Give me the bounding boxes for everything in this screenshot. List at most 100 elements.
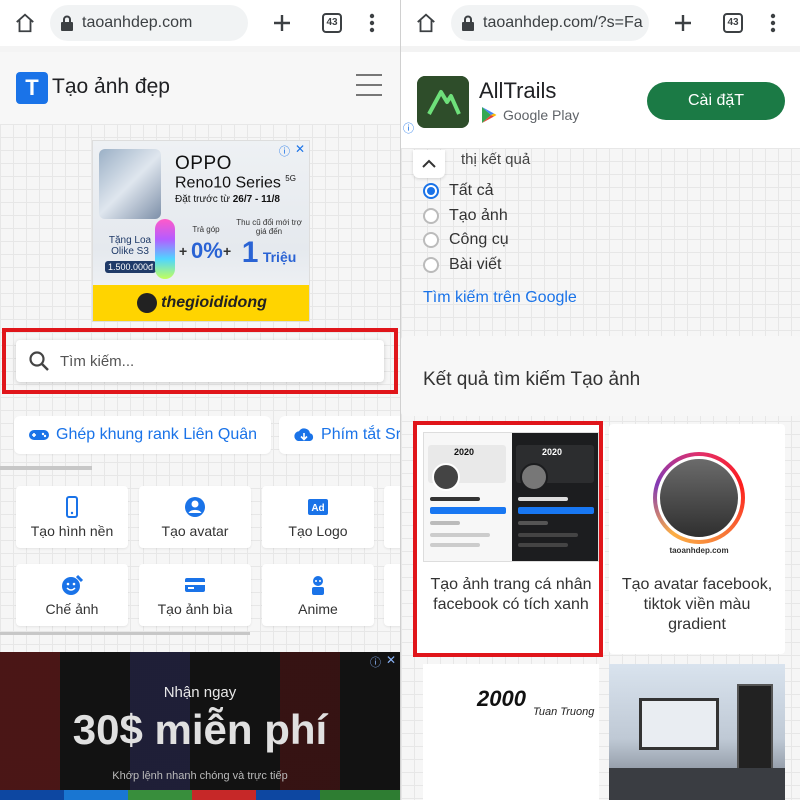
site-logo[interactable]: T bbox=[16, 72, 48, 104]
right-screen: taoanhdep.com/?s=Fa 43 AllTrails Google … bbox=[400, 0, 800, 800]
chip-ghep-khung[interactable]: Ghép khung rank Liên Quân bbox=[14, 416, 272, 454]
thumb-text: 2000 bbox=[477, 686, 526, 711]
filter-option-bai-viet[interactable]: Bài viết bbox=[423, 256, 501, 274]
ad-line1: Nhận ngay bbox=[163, 684, 237, 701]
site-header: T Tạo ảnh đẹp bbox=[0, 52, 400, 124]
collapse-ad-button[interactable] bbox=[413, 150, 445, 178]
filter-option-cong-cu[interactable]: Công cụ bbox=[423, 231, 509, 249]
app-install-ad[interactable]: AllTrails Google Play Cài đặT bbox=[401, 52, 800, 148]
more-menu-icon[interactable] bbox=[765, 12, 781, 34]
search-input[interactable] bbox=[60, 352, 360, 370]
browser-toolbar: taoanhdep.com 43 bbox=[0, 0, 400, 46]
radio-unselected[interactable] bbox=[423, 208, 439, 224]
browser-toolbar: taoanhdep.com/?s=Fa 43 bbox=[401, 0, 800, 46]
tool-partial[interactable] bbox=[384, 564, 400, 626]
chip-phim-tat[interactable]: Phím tắt Sr bbox=[279, 416, 400, 454]
gift-label: Tặng Loa Olike S3 bbox=[108, 235, 152, 257]
ad-headline: 30$ miễn phí bbox=[72, 706, 328, 753]
store-badge: Google Play bbox=[481, 106, 579, 124]
filter-option-tao-anh[interactable]: Tạo ảnh bbox=[423, 207, 508, 225]
lock-icon bbox=[462, 15, 474, 31]
alltrails-logo-icon bbox=[417, 76, 469, 128]
pc-tower-image bbox=[737, 684, 773, 772]
chip-scroll-indicator bbox=[0, 466, 92, 470]
phone-icon bbox=[66, 496, 78, 518]
tool-label: Tạo Logo bbox=[288, 523, 348, 539]
site-title[interactable]: Tạo ảnh đẹp bbox=[52, 75, 170, 99]
ad-close-icon[interactable]: ✕ bbox=[386, 653, 396, 667]
card-icon bbox=[185, 578, 205, 592]
tool-label: Tạo ảnh bìa bbox=[157, 601, 233, 617]
radio-unselected[interactable] bbox=[423, 232, 439, 248]
tab-switcher-button[interactable]: 43 bbox=[723, 13, 743, 33]
home-icon[interactable] bbox=[14, 12, 36, 34]
user-circle-icon bbox=[185, 497, 205, 517]
more-menu-icon[interactable] bbox=[364, 12, 380, 34]
new-tab-icon[interactable] bbox=[270, 11, 294, 35]
filter-option-label: Tạo ảnh bbox=[449, 207, 508, 224]
bottom-ad-banner[interactable]: ⓘ ✕ Nhận ngay 30$ miễn phí Khớp lệnh nha… bbox=[0, 652, 400, 800]
radio-selected[interactable] bbox=[423, 183, 439, 199]
result-card-title[interactable]: Tạo avatar facebook, tiktok viền màu gra… bbox=[617, 575, 777, 635]
chip-label: Phím tắt Sr bbox=[321, 426, 400, 443]
chip-label: Ghép khung rank Liên Quân bbox=[56, 426, 258, 443]
tool-che-anh[interactable]: Chế ảnh bbox=[16, 564, 128, 626]
svg-text:Ad: Ad bbox=[311, 503, 324, 514]
ad-info-icon[interactable]: ⓘ bbox=[370, 654, 381, 670]
gamepad-icon bbox=[29, 430, 49, 440]
gift-price: 1.500.000đ bbox=[105, 261, 157, 273]
gradient-avatar-thumbnail bbox=[653, 452, 745, 544]
tool-label: Chế ảnh bbox=[45, 601, 99, 617]
monitor-image bbox=[639, 698, 719, 750]
ad-preorder: Đặt trước từ 26/7 - 11/8 bbox=[175, 194, 280, 205]
new-tab-icon[interactable] bbox=[671, 11, 695, 35]
result-card-2000[interactable]: 2000 Tuan Truong bbox=[423, 664, 599, 800]
trade-in-offer: Thu cũ đổi mới trợ giá đến 1 Triệu bbox=[236, 218, 302, 269]
url-text: taoanhdep.com bbox=[82, 14, 193, 31]
google-search-link[interactable]: Tìm kiếm trên Google bbox=[423, 289, 577, 307]
tab-switcher-button[interactable]: 43 bbox=[322, 13, 342, 33]
tool-tao-hinh-nen[interactable]: Tạo hình nền bbox=[16, 486, 128, 548]
ad-model: Reno10 Series 5G bbox=[175, 174, 296, 192]
highlight-frame bbox=[413, 421, 603, 657]
search-field[interactable] bbox=[16, 340, 384, 382]
speaker-image bbox=[155, 219, 175, 279]
download-icon bbox=[294, 428, 314, 441]
store-logo-bar: thegioididong bbox=[93, 285, 309, 321]
quick-links-row: Ghép khung rank Liên Quân Phím tắt Sr bbox=[14, 416, 400, 456]
tool-label: Tạo hình nền bbox=[30, 523, 114, 539]
oppo-ad-banner[interactable]: OPPO Reno10 Series 5G Đặt trước từ 26/7 … bbox=[92, 140, 310, 322]
hamburger-menu-icon[interactable] bbox=[356, 74, 382, 98]
left-screen: taoanhdep.com 43 T Tạo ảnh đẹp OPPO Reno… bbox=[0, 0, 400, 800]
robot-icon bbox=[312, 576, 324, 595]
thumb-script: Tuan Truong bbox=[533, 706, 595, 718]
ad-close-icon[interactable]: ✕ bbox=[295, 142, 305, 156]
address-bar[interactable]: taoanhdep.com/?s=Fa bbox=[451, 5, 649, 41]
app-name: AllTrails bbox=[479, 78, 557, 103]
home-icon[interactable] bbox=[415, 12, 437, 34]
filter-title: thị kết quả bbox=[461, 151, 531, 168]
result-card-desk[interactable] bbox=[609, 664, 785, 800]
thumb-caption: taoanhdep.com bbox=[669, 546, 729, 555]
address-bar[interactable]: taoanhdep.com bbox=[50, 5, 248, 41]
tool-anime[interactable]: Anime bbox=[262, 564, 374, 626]
results-heading: Kết quả tìm kiếm Tạo ảnh bbox=[423, 369, 641, 390]
install-button[interactable]: Cài đặT bbox=[647, 82, 785, 120]
url-text: taoanhdep.com/?s=Fa bbox=[483, 14, 643, 31]
tool-tao-anh-bia[interactable]: Tạo ảnh bìa bbox=[139, 564, 251, 626]
tool-label: Anime bbox=[298, 601, 338, 617]
filter-option-all[interactable]: Tất cả bbox=[423, 182, 493, 200]
radio-unselected[interactable] bbox=[423, 257, 439, 273]
tool-label: Tạo avatar bbox=[161, 523, 229, 539]
tool-tao-logo[interactable]: Ad Tạo Logo bbox=[262, 486, 374, 548]
ad-promo-row: Tặng Loa Olike S3 1.500.000đ + Trả góp 0… bbox=[99, 218, 305, 285]
tool-tao-avatar[interactable]: Tạo avatar bbox=[139, 486, 251, 548]
ad-subtext: Khớp lệnh nhanh chóng và trực tiếp bbox=[112, 770, 288, 782]
ad-info-icon[interactable]: ⓘ bbox=[403, 120, 414, 136]
desk-image bbox=[609, 768, 785, 800]
lock-icon bbox=[61, 15, 73, 31]
ad-bottom-strip bbox=[0, 790, 400, 800]
filter-option-label: Tất cả bbox=[449, 182, 494, 199]
tool-partial[interactable] bbox=[384, 486, 400, 548]
ad-info-icon[interactable]: ⓘ bbox=[279, 143, 290, 159]
